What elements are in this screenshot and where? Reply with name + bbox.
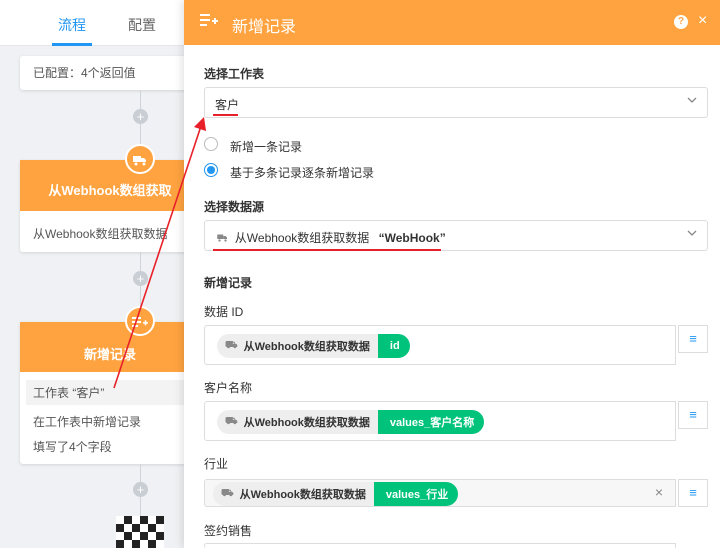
node-card-field-count: 填写了4个字段 bbox=[33, 440, 112, 454]
truck-icon bbox=[217, 234, 231, 245]
node-card-summary: 在工作表中新增记录 bbox=[33, 415, 142, 429]
field-sales[interactable] bbox=[204, 543, 676, 548]
annotation-underline bbox=[213, 249, 441, 251]
field-value-tag[interactable]: ⛟ 从Webhook数组获取数据 values_行业 bbox=[213, 482, 459, 506]
field-customer-name[interactable]: ⛟ 从Webhook数组获取数据 values_客户名称 bbox=[204, 401, 676, 441]
radio-single-record-label: 新增一条记录 bbox=[230, 140, 303, 154]
chevron-down-icon bbox=[687, 228, 697, 241]
truck-icon: ⛟ bbox=[221, 487, 234, 499]
tab-config[interactable]: 配置 bbox=[128, 15, 156, 35]
panel-title: 新增记录 bbox=[232, 19, 297, 36]
add-node-icon[interactable]: + bbox=[133, 482, 148, 497]
tab-flow[interactable]: 流程 bbox=[58, 15, 86, 35]
panel-header: 新增记录 ? × bbox=[184, 0, 720, 45]
field-label: 行业 bbox=[204, 457, 229, 471]
source-select-value: 从Webhook数组获取数据 “WebHook” bbox=[217, 229, 446, 246]
field-options-icon[interactable]: ≡ bbox=[678, 325, 708, 353]
add-record-icon bbox=[125, 306, 155, 336]
field-industry[interactable]: ⛟ 从Webhook数组获取数据 values_行业 × bbox=[204, 479, 676, 507]
radio-multi-records-label: 基于多条记录逐条新增记录 bbox=[230, 166, 375, 180]
field-value-tag[interactable]: ⛟ 从Webhook数组获取数据 id bbox=[217, 334, 410, 358]
add-node-icon[interactable]: + bbox=[133, 109, 148, 124]
annotation-underline bbox=[213, 114, 238, 116]
end-flag-icon bbox=[116, 516, 164, 548]
add-node-icon[interactable]: + bbox=[133, 271, 148, 286]
field-value-tag[interactable]: ⛟ 从Webhook数组获取数据 values_客户名称 bbox=[217, 410, 485, 434]
node-card-summary: 已配置：4个返回值 bbox=[33, 66, 136, 80]
node-card-title: 从Webhook数组获取 bbox=[20, 160, 200, 211]
node-card-add-record[interactable]: 新增记录 工作表 “客户” 在工作表中新增记录 填写了4个字段 bbox=[20, 322, 200, 464]
sheet-select-value: 客户 bbox=[215, 98, 240, 112]
node-card-summary: 从Webhook数组获取数据 bbox=[33, 227, 168, 241]
tag-variable: values_行业 bbox=[373, 482, 459, 506]
field-options-icon[interactable]: ≡ bbox=[678, 479, 708, 507]
add-record-icon bbox=[200, 12, 218, 33]
clear-icon[interactable]: × bbox=[655, 484, 663, 500]
field-label: 数据 ID bbox=[204, 305, 244, 319]
add-record-panel: 新增记录 ? × 选择工作表 客户 新增一条记录 基于多条记录逐条新增记录 选择… bbox=[184, 0, 720, 548]
node-card-title: 新增记录 bbox=[20, 322, 200, 372]
field-label: 客户名称 bbox=[204, 381, 253, 395]
radio-single-record[interactable] bbox=[204, 137, 218, 151]
tab-bar: 流程 配置 bbox=[0, 0, 200, 46]
workflow-canvas[interactable]: 流程 配置 已配置：4个返回值 + 从Webhook数组获取 从Webhook数… bbox=[0, 0, 200, 548]
node-card-sheet: 工作表 “客户” bbox=[26, 380, 194, 405]
radio-multi-records[interactable] bbox=[204, 163, 218, 177]
sheet-select[interactable]: 客户 bbox=[204, 87, 708, 118]
tag-variable: id bbox=[377, 334, 410, 358]
truck-icon bbox=[125, 144, 155, 174]
close-icon[interactable]: × bbox=[698, 12, 707, 30]
field-data-id[interactable]: ⛟ 从Webhook数组获取数据 id bbox=[204, 325, 676, 365]
node-card-previous[interactable]: 已配置：4个返回值 bbox=[20, 56, 200, 90]
chevron-down-icon bbox=[687, 95, 697, 108]
help-icon[interactable]: ? bbox=[674, 15, 688, 29]
source-name: 从Webhook数组获取数据 bbox=[234, 231, 370, 245]
select-sheet-label: 选择工作表 bbox=[204, 67, 265, 81]
tag-variable: values_客户名称 bbox=[377, 410, 485, 434]
truck-icon: ⛟ bbox=[225, 415, 238, 427]
select-source-label: 选择数据源 bbox=[204, 200, 265, 214]
field-label: 签约销售 bbox=[204, 524, 253, 538]
new-records-label: 新增记录 bbox=[204, 276, 253, 290]
node-card-webhook[interactable]: 从Webhook数组获取 从Webhook数组获取数据 bbox=[20, 160, 200, 252]
source-quote: “WebHook” bbox=[378, 231, 446, 245]
truck-icon: ⛟ bbox=[225, 339, 238, 351]
tab-active-indicator bbox=[52, 43, 92, 46]
source-select[interactable]: 从Webhook数组获取数据 “WebHook” bbox=[204, 220, 708, 251]
field-options-icon[interactable]: ≡ bbox=[678, 401, 708, 429]
